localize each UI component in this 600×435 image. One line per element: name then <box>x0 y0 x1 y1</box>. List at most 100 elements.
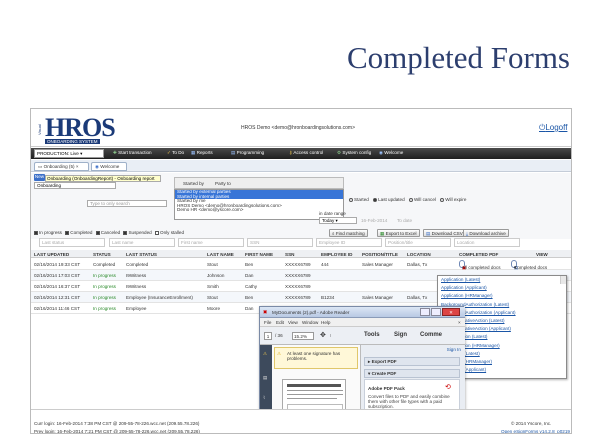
create-pdf-panel[interactable]: ▾ Create PDF <box>364 369 460 378</box>
programming-button[interactable]: ▤ Programming <box>231 150 264 156</box>
col-employee-id[interactable]: EMPLOYEE ID <box>321 252 352 257</box>
close-icon[interactable]: × <box>458 320 461 325</box>
tab-welcome[interactable]: ◉ Welcome <box>91 162 127 171</box>
menu-file[interactable]: File <box>264 320 271 325</box>
toolbar-label: Programming <box>236 150 265 155</box>
version-link[interactable]: Open eSignForms v14.2.8_p0219 <box>501 429 570 433</box>
search-employee-id[interactable]: Employee ID <box>316 238 382 247</box>
copyright-text: © 2014 Yscore, Inc. <box>511 421 552 426</box>
menu-help[interactable]: Help <box>321 320 330 325</box>
excel-icon: ▦ <box>380 231 385 236</box>
search-ssn[interactable]: SSN <box>247 238 313 247</box>
new-button[interactable]: New <box>34 174 45 181</box>
pages-icon[interactable]: ▤ <box>263 375 267 381</box>
completed-docs-button[interactable]: ▤ Completed docs ▾ <box>511 260 547 270</box>
download-csv-button[interactable]: ▤ Download CSV <box>423 229 466 237</box>
list-item[interactable]: Demo HR <demo@yscore.com> <box>175 208 343 213</box>
col-last-status[interactable]: LAST STATUS <box>126 252 157 257</box>
tab-started-by[interactable]: Started by <box>183 181 204 186</box>
menu-item[interactable]: Application (Latest) <box>438 276 566 284</box>
checkbox-suspended[interactable]: Suspended <box>123 230 152 235</box>
menu-item[interactable]: Application (HRManager) <box>438 292 566 300</box>
csv-icon: ▤ <box>426 231 431 236</box>
export-pdf-panel[interactable]: ▸ Export PDF <box>364 357 460 366</box>
close-icon[interactable]: ✕ <box>442 308 460 316</box>
welcome-button[interactable]: ◉ Welcome <box>379 150 403 156</box>
zoom-value: 15.2% <box>294 334 308 339</box>
export-excel-button[interactable]: ▦ Export to Excel <box>377 229 420 237</box>
search-input[interactable]: Type to only search <box>87 200 167 207</box>
main-toolbar: PRODUCTION: Live ▾ ✚ Start transaction ✓… <box>31 148 571 159</box>
col-last-updated[interactable]: LAST UPDATED <box>34 252 69 257</box>
menu-item[interactable]: Application (Applicant) <box>438 284 566 292</box>
close-icon[interactable]: × <box>76 164 79 169</box>
cell-ssn: XXXXX6789 <box>285 295 311 300</box>
find-matching-button[interactable]: ⌕ Find matching <box>329 229 368 237</box>
radio-will-cancel[interactable]: Will cancel <box>408 197 436 202</box>
table-row[interactable]: 02/16/2014 19:33 CST Completed Completed St… <box>31 259 571 270</box>
col-position[interactable]: POSITION/TITLE <box>362 252 398 257</box>
zoom-select[interactable]: 15.2% <box>292 332 314 340</box>
page-count: / 36 <box>275 333 283 338</box>
warning-icon[interactable]: ⚠ <box>263 351 267 357</box>
report-select[interactable]: Onboarding <box>34 182 116 189</box>
col-last-name[interactable]: LAST NAME <box>207 252 234 257</box>
search-last-status[interactable]: Last status <box>39 238 105 247</box>
reader-toolbar: 1 / 36 15.2% ✥ ⁝ Tools Sign Comme <box>260 327 465 345</box>
menu-window[interactable]: Window <box>302 320 318 325</box>
download-archive-button[interactable]: ⤓ Download archive <box>463 229 509 237</box>
col-ssn[interactable]: SSN <box>285 252 294 257</box>
more-tools-icon[interactable]: ⁝ <box>330 333 331 339</box>
reader-titlebar: ▣ MyDocuments (2).pdf - Adobe Reader ✕ <box>260 307 465 318</box>
col-status[interactable]: STATUS <box>93 252 111 257</box>
radio-started[interactable]: Started <box>349 197 369 202</box>
cell-status: Completed <box>93 262 116 267</box>
tab-onboarding[interactable]: ▭ Onboarding (5) × <box>34 162 89 171</box>
logo-side-text: Visual <box>37 124 42 135</box>
attachment-icon[interactable]: ⌇ <box>263 395 265 401</box>
app-footer: Curr login: 16-Feb-2014 7:38 PM CST @ 20… <box>31 409 571 433</box>
search-position[interactable]: Position/title <box>385 238 451 247</box>
current-login-text: Curr login: 16-Feb-2014 7:38 PM CST @ 20… <box>34 421 200 426</box>
col-view[interactable]: VIEW <box>536 252 548 257</box>
comment-tab[interactable]: Comme <box>420 332 442 338</box>
tools-tab[interactable]: Tools <box>364 332 380 338</box>
system-config-button[interactable]: ⚙ System config <box>337 150 371 156</box>
todo-button[interactable]: ✓ To Do <box>167 150 184 156</box>
search-last-name[interactable]: Last name <box>109 238 175 247</box>
cell-last-status: Employee (InsuranceEnrollment) <box>126 295 193 300</box>
radio-will-expire[interactable]: Will expire <box>440 197 466 202</box>
start-transaction-button[interactable]: ✚ Start transaction <box>113 150 152 156</box>
radio-last-updated[interactable]: Last updated <box>373 197 405 202</box>
access-control-button[interactable]: ⚷ Access control <box>289 150 323 156</box>
search-location[interactable]: Location <box>454 238 520 247</box>
checkbox-in-progress[interactable]: In progress <box>34 230 62 235</box>
search-first-name[interactable]: First name <box>178 238 244 247</box>
reports-button[interactable]: ▦ Reports <box>191 150 213 156</box>
minimize-button[interactable] <box>420 308 430 316</box>
menu-view[interactable]: View <box>288 320 298 325</box>
environment-select[interactable]: PRODUCTION: Live ▾ <box>34 149 104 158</box>
date-range-select[interactable]: Today ▾ <box>319 217 357 224</box>
date-from[interactable]: 16-Feb-2014 <box>361 218 387 223</box>
all-completed-docs-button[interactable]: ▣ All completed docs <box>459 260 501 270</box>
sign-tab[interactable]: Sign <box>394 332 407 338</box>
col-completed-pdf[interactable]: COMPLETED PDF <box>459 252 498 257</box>
page-number-input[interactable]: 1 <box>264 332 272 340</box>
pan-icon[interactable]: ✥ <box>320 331 326 339</box>
logoff-link[interactable]: ⏻Logoff <box>539 123 567 133</box>
checkbox-only-stalled[interactable]: Only stalled <box>155 230 184 235</box>
menu-scrollbar[interactable] <box>560 276 566 285</box>
tab-party-to[interactable]: Party to <box>215 181 231 186</box>
col-first-name[interactable]: FIRST NAME <box>245 252 273 257</box>
menu-edit[interactable]: Edit <box>276 320 284 325</box>
checkbox-completed[interactable]: Completed <box>65 230 92 235</box>
date-to[interactable]: To date <box>397 218 412 223</box>
report-icon: ▦ <box>191 150 196 155</box>
maximize-button[interactable] <box>431 308 441 316</box>
sign-in-link[interactable]: Sign In <box>447 347 461 352</box>
pdf-pack-title: Adobe PDF Pack <box>368 386 405 391</box>
logo-subtext: ONBOARDING SYSTEM <box>45 139 100 144</box>
checkbox-canceled[interactable]: Canceled <box>95 230 120 235</box>
col-location[interactable]: LOCATION <box>407 252 431 257</box>
